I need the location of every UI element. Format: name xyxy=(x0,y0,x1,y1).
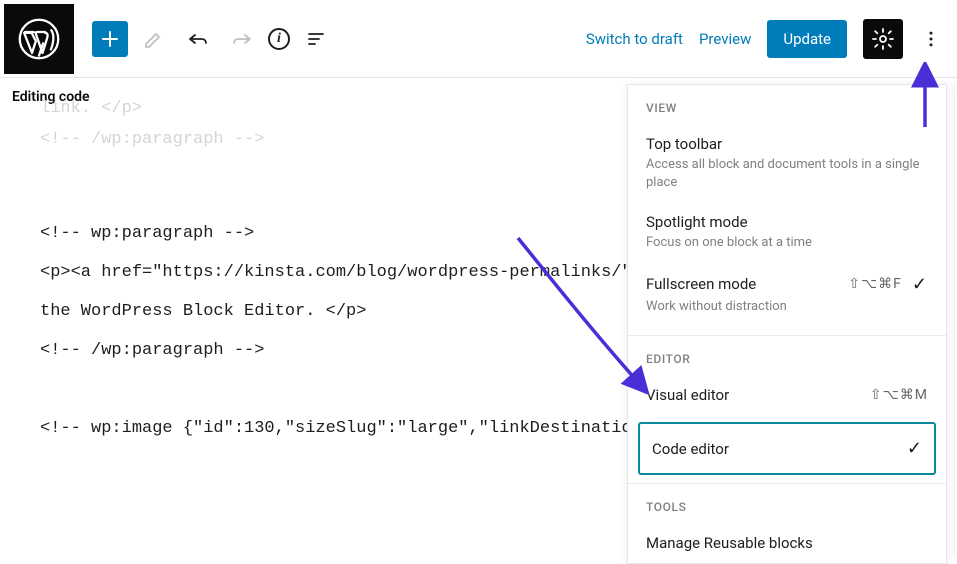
wordpress-logo[interactable] xyxy=(4,4,74,74)
wordpress-icon xyxy=(18,18,60,60)
undo-icon xyxy=(186,27,210,51)
panel-item-title: Top toolbar xyxy=(646,135,722,153)
panel-item-desc: Focus on one block at a time xyxy=(646,234,928,252)
panel-item-title: Visual editor xyxy=(646,386,729,404)
faded-code: link. </p> <!-- /wp:paragraph --> xyxy=(40,94,264,155)
panel-item-shortcut: ⇧⌥⌘F ✓ xyxy=(848,274,928,295)
panel-item-fullscreen[interactable]: Fullscreen mode ⇧⌥⌘F ✓ Work without dist… xyxy=(628,264,946,328)
vertical-dots-icon xyxy=(921,29,941,49)
panel-item-visual-editor[interactable]: Visual editor ⇧⌥⌘M xyxy=(628,376,946,416)
toolbar-right: Switch to draft Preview Update xyxy=(586,19,943,59)
more-options-button[interactable] xyxy=(919,21,943,57)
redo-button xyxy=(224,21,260,57)
panel-view-label: VIEW xyxy=(628,85,946,125)
panel-editor-label: EDITOR xyxy=(628,336,946,376)
panel-item-spotlight[interactable]: Spotlight mode Focus on one block at a t… xyxy=(628,203,946,264)
panel-item-title: Spotlight mode xyxy=(646,213,748,231)
panel-item-title: Fullscreen mode xyxy=(646,275,756,293)
panel-item-top-toolbar[interactable]: Top toolbar Access all block and documen… xyxy=(628,125,946,203)
panel-tools-label: TOOLS xyxy=(628,484,946,524)
preview-link[interactable]: Preview xyxy=(699,30,751,48)
pencil-icon xyxy=(142,27,166,51)
check-icon: ✓ xyxy=(912,274,928,295)
panel-item-reusable-blocks[interactable]: Manage Reusable blocks xyxy=(628,524,946,564)
add-block-button[interactable] xyxy=(92,21,128,57)
plus-icon xyxy=(98,27,122,51)
scrollbar[interactable] xyxy=(951,84,955,554)
list-icon xyxy=(304,27,328,51)
switch-to-draft-link[interactable]: Switch to draft xyxy=(586,30,683,48)
info-button[interactable]: i xyxy=(268,28,290,50)
edit-mode-button xyxy=(136,21,172,57)
outline-button[interactable] xyxy=(298,21,334,57)
update-button[interactable]: Update xyxy=(767,20,847,58)
panel-item-title: Code editor xyxy=(652,440,729,458)
panel-item-code-editor[interactable]: Code editor ✓ xyxy=(638,422,936,475)
panel-item-desc: Access all block and document tools in a… xyxy=(646,156,928,191)
check-icon: ✓ xyxy=(907,438,922,459)
gear-icon xyxy=(871,27,895,51)
toolbar-tools: i xyxy=(74,21,334,57)
top-toolbar: i Switch to draft Preview Update xyxy=(0,0,957,78)
options-panel: VIEW Top toolbar Access all block and do… xyxy=(627,84,947,564)
redo-icon xyxy=(230,27,254,51)
panel-item-desc: Work without distraction xyxy=(646,298,928,316)
undo-button[interactable] xyxy=(180,21,216,57)
panel-item-title: Manage Reusable blocks xyxy=(646,534,813,552)
panel-item-shortcut: ⇧⌥⌘M xyxy=(870,387,928,403)
settings-button[interactable] xyxy=(863,19,903,59)
